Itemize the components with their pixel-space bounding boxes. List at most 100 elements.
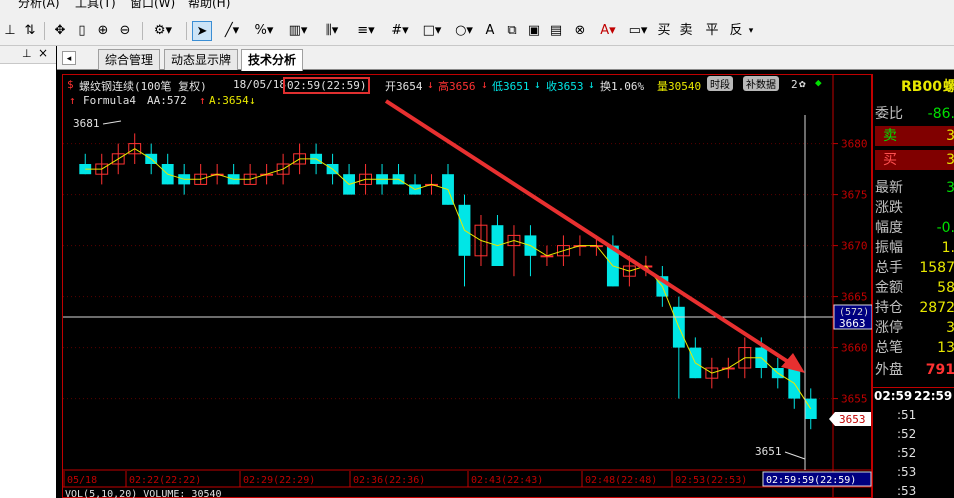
sell-button[interactable]: 卖 bbox=[678, 21, 694, 41]
supplement-data-button[interactable]: 补数据 bbox=[743, 76, 779, 91]
tick-time: :53 bbox=[897, 465, 917, 479]
quote-row: 买3 bbox=[875, 150, 954, 170]
quote-value: 3 bbox=[946, 180, 954, 196]
toolbar: ⊥ ⇅ ✥ ▯ ⊕ ⊖ ⚙▾ ➤ ╱▾ %▾ ▥▾ ⫼▾ ≡▾ #▾ □▾ ○▾… bbox=[0, 9, 954, 46]
quote-row: 总笔 13 bbox=[875, 338, 954, 358]
left-panel-header: ⊥ × bbox=[0, 46, 56, 64]
clipboard-icon[interactable]: ▣ bbox=[526, 21, 542, 41]
quote-label: 涨停 bbox=[875, 320, 903, 336]
grid-icon[interactable]: ▥▾ bbox=[284, 21, 312, 41]
volume-indicator-label: VOL(5,10,20) VOLUME: 30540 bbox=[65, 489, 222, 498]
quote-row: 委比 -86. bbox=[875, 104, 954, 124]
parallel-icon[interactable]: ≡▾ bbox=[352, 21, 380, 41]
trading-app: 分析(A) 工具(T) 窗口(W) 帮助(H) ⊥ ⇅ ✥ ▯ ⊕ ⊖ ⚙▾ ➤… bbox=[0, 0, 954, 498]
arrow-down-icon: ↓ bbox=[534, 78, 541, 91]
quote-label: 持仓 bbox=[875, 300, 903, 316]
arrow-down-icon: ↓ bbox=[481, 78, 488, 91]
ellipse-icon[interactable]: ○▾ bbox=[450, 21, 478, 41]
y-tick-label: 3655 bbox=[841, 393, 868, 406]
quote-row: 金额 58 bbox=[875, 278, 954, 298]
max-price-label: 3681 bbox=[73, 117, 100, 130]
time-label: 05/18 bbox=[67, 475, 97, 486]
quote-label: 总笔 bbox=[875, 340, 903, 356]
formula-aa: AA:572 bbox=[147, 94, 187, 107]
pin-icon[interactable]: ⊥ bbox=[22, 47, 32, 60]
quote-row: 总手 1587 bbox=[875, 258, 954, 278]
quote-value: 3 bbox=[946, 320, 954, 336]
quote-value: 13 bbox=[937, 340, 954, 356]
quote-row: 涨停 3 bbox=[875, 318, 954, 338]
tab-dynamic-board[interactable]: 动态显示牌 bbox=[164, 49, 239, 70]
tb-icon-2[interactable]: ⇅ bbox=[22, 21, 38, 41]
quote-label: 幅度 bbox=[875, 220, 903, 236]
formula-name: Formula4 bbox=[83, 94, 136, 107]
annotation-arrow-head bbox=[781, 353, 805, 373]
arrow-down-icon: ↓ bbox=[427, 78, 434, 91]
y-tick-label: 3680 bbox=[841, 138, 868, 151]
chevron-down-icon[interactable]: ▾ bbox=[746, 21, 756, 41]
volume-value: 量30540 bbox=[657, 80, 702, 93]
max-price-pointer bbox=[102, 120, 122, 125]
quote-label: 委比 bbox=[875, 106, 903, 122]
symbol-name: 螺纹钢连续(100笔 复权) bbox=[79, 80, 207, 93]
diamond-icon[interactable]: ◆ bbox=[815, 76, 822, 89]
menu-help[interactable]: 帮助(H) bbox=[188, 0, 230, 9]
menu-tools[interactable]: 工具(T) bbox=[75, 0, 116, 9]
hash-icon[interactable]: #▾ bbox=[386, 21, 414, 41]
close-position-button[interactable]: 平 bbox=[704, 21, 720, 41]
line-icon[interactable]: ╱▾ bbox=[218, 21, 246, 41]
quote-value: 3 bbox=[946, 152, 954, 168]
zoom-out-icon[interactable]: ⊖ bbox=[116, 21, 134, 41]
open-value: 开3654 bbox=[385, 80, 423, 93]
color-icon[interactable]: A▾ bbox=[594, 21, 622, 41]
quote-label: 总手 bbox=[875, 260, 903, 276]
rect-icon[interactable]: □▾ bbox=[418, 21, 446, 41]
cursor-icon[interactable]: ➤ bbox=[192, 21, 212, 41]
left-panel: ⊥ × bbox=[0, 46, 56, 498]
tab-scroll-left-icon[interactable]: ◂ bbox=[62, 51, 76, 65]
cursor-time-label: 02:59:59(22:59) bbox=[766, 475, 856, 486]
quote-row: 振幅 1. bbox=[875, 238, 954, 258]
time-label: 02:29(22:29) bbox=[243, 475, 315, 486]
tab-comprehensive[interactable]: 综合管理 bbox=[98, 49, 161, 70]
quote-value: -86. bbox=[927, 106, 954, 122]
time-label: 02:43(22:43) bbox=[471, 475, 543, 486]
quote-label: 买 bbox=[883, 152, 897, 168]
header-extra: 2 bbox=[791, 78, 798, 91]
quote-row: 卖3 bbox=[875, 126, 954, 146]
close-icon[interactable]: × bbox=[38, 46, 48, 60]
arrow-up-icon: ↑ bbox=[199, 94, 206, 107]
tick-time: :51 bbox=[897, 408, 917, 422]
buy-button[interactable]: 买 bbox=[656, 21, 672, 41]
arrow-down-icon: ↓ bbox=[588, 78, 595, 91]
quote-value: 3 bbox=[946, 128, 954, 144]
percent-icon[interactable]: %▾ bbox=[250, 21, 278, 41]
quote-row: 最新 3 bbox=[875, 178, 954, 198]
clipboard-icon[interactable]: ▤ bbox=[548, 21, 564, 41]
menu-window[interactable]: 窗口(W) bbox=[130, 0, 175, 9]
save-icon[interactable]: ▭▾ bbox=[624, 21, 652, 41]
quote-value: 1587 bbox=[919, 260, 954, 276]
move-icon[interactable]: ✥ bbox=[50, 21, 70, 41]
chart-svg: 36803675367036653660365536813651(572)366… bbox=[63, 75, 873, 498]
quote-row: 持仓 2872 bbox=[875, 298, 954, 318]
delete-icon[interactable]: ⊗ bbox=[572, 21, 588, 41]
parallel-icon[interactable]: ⫼▾ bbox=[318, 21, 346, 41]
period-button[interactable]: 时段 bbox=[707, 76, 733, 91]
menu-analysis[interactable]: 分析(A) bbox=[18, 0, 60, 9]
tab-technical-analysis[interactable]: 技术分析 bbox=[241, 49, 304, 71]
quote-row: 外盘 791 bbox=[875, 360, 954, 380]
tb-icon-1[interactable]: ⊥ bbox=[2, 21, 18, 41]
text-icon[interactable]: A bbox=[482, 21, 498, 41]
zoom-in-icon[interactable]: ⊕ bbox=[94, 21, 112, 41]
reverse-button[interactable]: 反 bbox=[728, 21, 744, 41]
quote-value: 791 bbox=[925, 362, 954, 378]
dollar-icon: $ bbox=[67, 78, 74, 91]
bar-icon[interactable]: ▯ bbox=[74, 21, 90, 41]
settings-icon[interactable]: ✿ bbox=[799, 77, 806, 90]
menu-bar: 分析(A) 工具(T) 窗口(W) 帮助(H) bbox=[0, 0, 954, 9]
gear-icon[interactable]: ⚙▾ bbox=[148, 21, 178, 41]
bar-date: 18/05/18 bbox=[233, 78, 286, 91]
price-chart[interactable]: 3680 3675 3670 3665 3660 3655 3681 3651 (572) 366… bbox=[62, 74, 873, 498]
copy-icon[interactable]: ⧉ bbox=[504, 21, 520, 41]
